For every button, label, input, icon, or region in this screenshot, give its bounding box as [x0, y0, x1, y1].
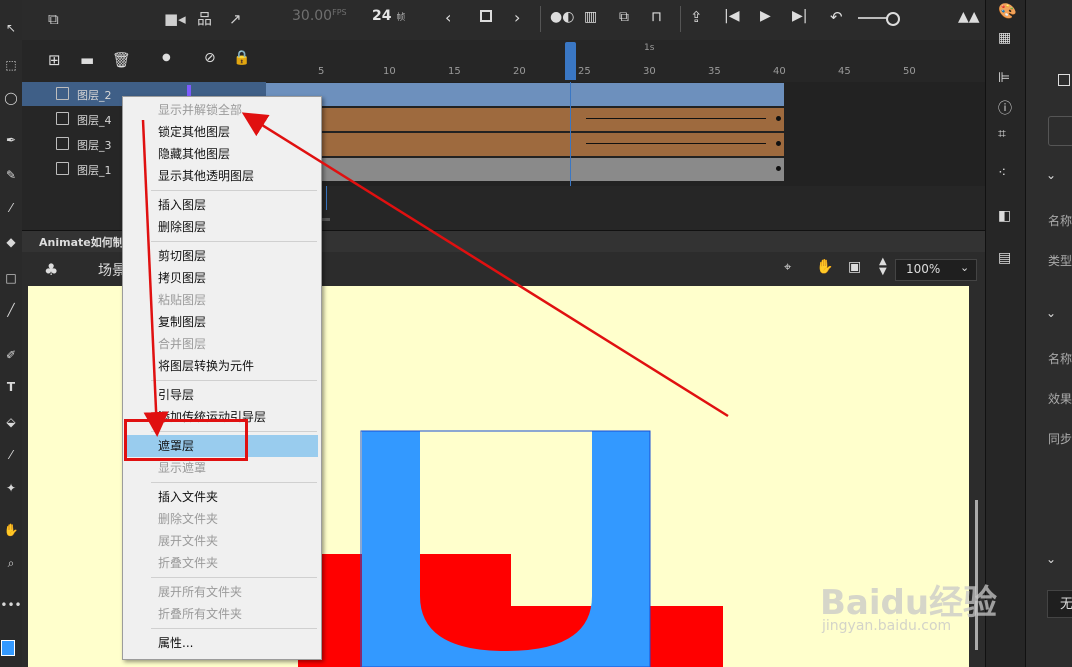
annotation-arrow-down — [141, 119, 169, 437]
watermark-url: jingyan.baidu.com — [822, 618, 952, 634]
watermark: Baidu经验 — [820, 583, 998, 623]
annotation-arrows — [141, 112, 729, 437]
annotation-arrow-up — [241, 112, 729, 418]
